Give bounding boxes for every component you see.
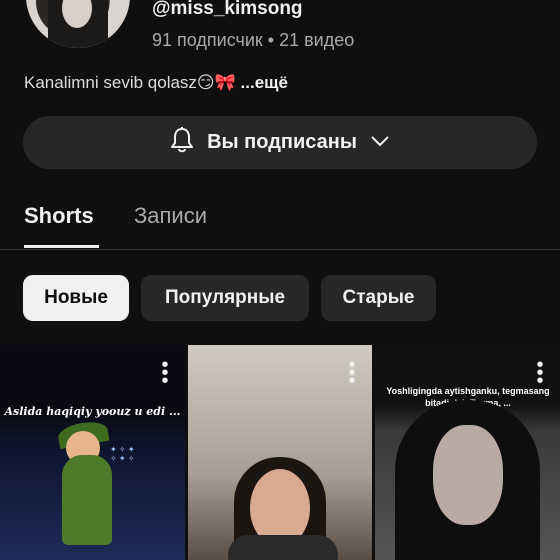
- filter-chip-newest[interactable]: Новые: [23, 275, 129, 321]
- channel-tabs: Shorts Записи: [0, 195, 560, 250]
- tab-shorts[interactable]: Shorts: [24, 203, 94, 229]
- thumbnail-person-face: [433, 425, 503, 525]
- active-tab-indicator: [24, 245, 99, 248]
- short-thumbnail-2[interactable]: • • •: [188, 345, 372, 560]
- subscribed-button[interactable]: Вы подписаны: [23, 116, 537, 169]
- subscribed-label: Вы подписаны: [207, 131, 357, 153]
- channel-handle[interactable]: @miss_kimsong: [152, 0, 303, 20]
- more-vert-icon[interactable]: • • •: [157, 355, 173, 391]
- sparkles-icon: ✦ ✧ ✦ ✧ ✦ ✧: [110, 445, 135, 463]
- thumbnail-figure-body: [62, 455, 112, 545]
- filter-chip-popular[interactable]: Популярные: [141, 275, 309, 321]
- more-vert-icon[interactable]: • • •: [532, 355, 548, 391]
- chevron-down-icon: [369, 131, 391, 154]
- short-thumbnail-1[interactable]: • • • Aslida haqiqiy yoouz u edi ... ✦ ✧ ✦…: [0, 345, 185, 560]
- description-text: Kanalimni sevib qolasz😏🎀: [24, 73, 236, 92]
- description-more-link[interactable]: ...ещё: [241, 73, 288, 92]
- thumbnail-person-scarf: [228, 535, 338, 560]
- channel-avatar[interactable]: [26, 0, 130, 48]
- more-vert-icon[interactable]: • • •: [344, 355, 360, 391]
- filter-chip-oldest[interactable]: Старые: [321, 275, 436, 321]
- short-caption-1: Aslida haqiqiy yoouz u edi ...: [4, 405, 181, 418]
- channel-description[interactable]: Kanalimni sevib qolasz😏🎀 ...ещё: [24, 73, 288, 93]
- bell-icon: [169, 126, 195, 160]
- short-thumbnail-3[interactable]: • • • Yoshligingda aytishganku, tegmasang …: [375, 345, 560, 560]
- tab-posts[interactable]: Записи: [134, 203, 207, 229]
- channel-stats: 91 подписчик • 21 видео: [152, 30, 355, 50]
